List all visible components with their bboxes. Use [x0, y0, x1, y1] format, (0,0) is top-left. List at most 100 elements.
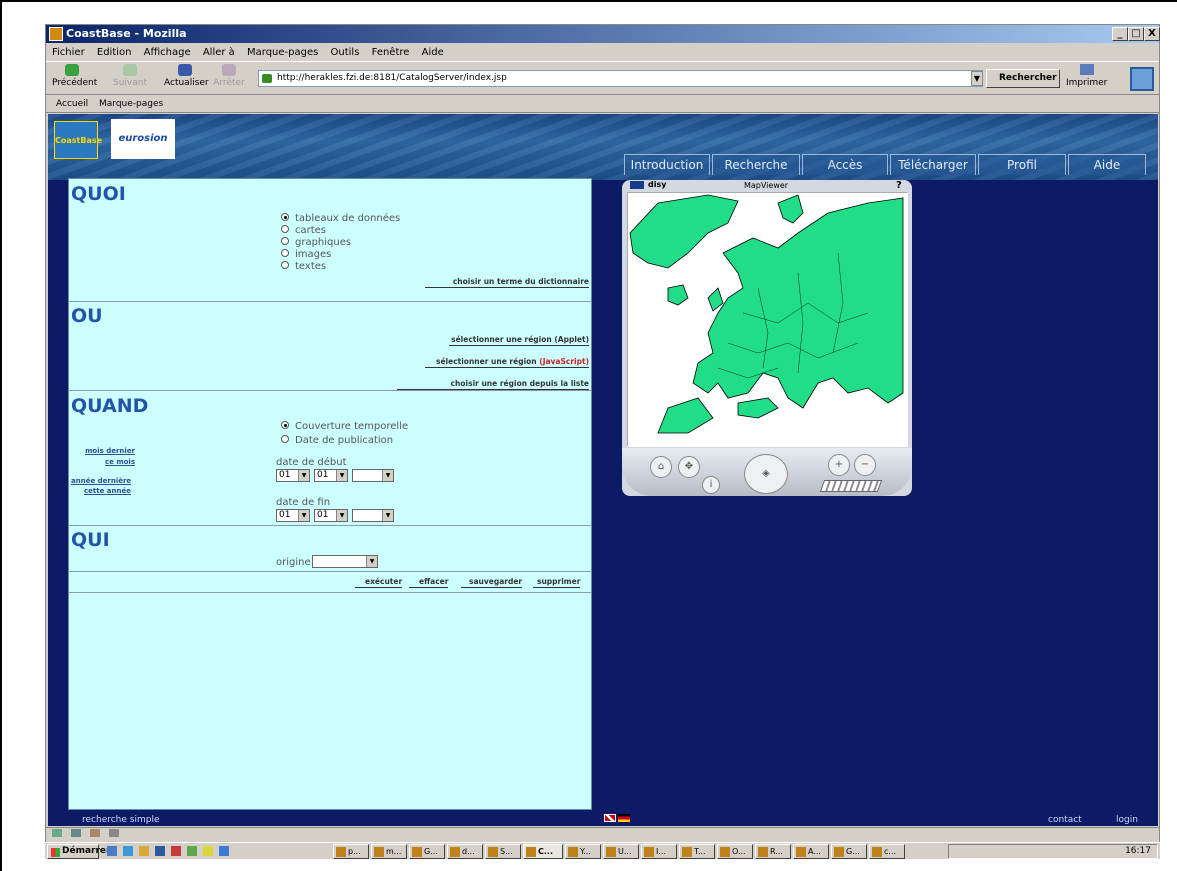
pan-tool-icon[interactable]: ✥ [678, 456, 700, 478]
taskbar-item-active[interactable]: C... [523, 844, 563, 859]
bookmark-home[interactable]: Accueil [56, 99, 88, 109]
end-month-select[interactable]: 01 ▼ [314, 509, 348, 522]
radio-cartes[interactable]: cartes [281, 225, 326, 237]
europe-map[interactable] [627, 192, 908, 447]
region-list-link[interactable]: choisir une région depuis la liste [397, 379, 589, 390]
start-day-select[interactable]: 01 ▼ [276, 469, 310, 482]
print-button[interactable]: Imprimer [1066, 64, 1107, 88]
coastbase-logo[interactable]: CoastBase [54, 121, 102, 159]
forward-arrow-icon [123, 64, 137, 76]
origin-select[interactable]: ▼ [312, 555, 378, 568]
contact-link[interactable]: contact [1048, 815, 1082, 825]
radio-publication[interactable]: Date de publication [281, 435, 393, 447]
tab-acces[interactable]: Accès [802, 154, 888, 175]
start-button[interactable]: Démarrer [47, 844, 110, 859]
save-button[interactable]: sauvegarder [461, 577, 523, 588]
menu-fenetre[interactable]: Fenêtre [372, 47, 410, 58]
quick-launch-icon[interactable] [171, 846, 181, 856]
taskbar-item[interactable]: R... [755, 844, 791, 859]
taskbar-item[interactable]: T... [679, 844, 715, 859]
tab-profil[interactable]: Profil [978, 154, 1066, 175]
clock[interactable]: 16:17 [1125, 846, 1151, 856]
close-button[interactable]: X [1144, 27, 1160, 41]
taskbar-item[interactable]: p... [333, 844, 369, 859]
taskbar-item[interactable]: U... [603, 844, 639, 859]
eurosion-logo[interactable]: eurosion [111, 119, 175, 159]
info-icon[interactable]: i [702, 476, 720, 494]
menu-edition[interactable]: Edition [97, 47, 132, 58]
start-month-select[interactable]: 01 ▼ [314, 469, 348, 482]
german-flag-icon[interactable] [618, 814, 630, 822]
login-link[interactable]: login [1116, 815, 1138, 825]
zoom-in-icon[interactable]: + [828, 454, 850, 476]
menu-outils[interactable]: Outils [331, 47, 360, 58]
quick-launch-icon[interactable] [219, 846, 229, 856]
taskbar-item[interactable]: O... [717, 844, 753, 859]
menu-marque-pages[interactable]: Marque-pages [247, 47, 318, 58]
taskbar-item[interactable]: G... [409, 844, 445, 859]
taskbar-item[interactable]: m... [371, 844, 407, 859]
radio-images[interactable]: images [281, 249, 331, 261]
quick-launch-icon[interactable] [187, 846, 197, 856]
radio-tableaux[interactable]: tableaux de données [281, 213, 400, 225]
navigation-toolbar: Précédent Suivant Actualiser Arrêter htt… [46, 61, 1159, 95]
back-button[interactable]: Précédent [52, 64, 97, 88]
region-javascript-link[interactable]: sélectionner une région (JavaScript) [425, 357, 589, 368]
url-dropdown-icon[interactable]: ▼ [971, 71, 983, 86]
help-icon[interactable]: ? [896, 180, 902, 191]
zoom-slider[interactable] [819, 480, 883, 492]
quick-launch-icon[interactable] [123, 846, 133, 856]
dropdown-arrow-icon: ▼ [336, 470, 347, 481]
reload-button[interactable]: Actualiser [164, 64, 209, 88]
execute-button[interactable]: exécuter [355, 577, 403, 588]
taskbar-item[interactable]: G... [831, 844, 867, 859]
taskbar-item[interactable]: S... [485, 844, 521, 859]
quick-launch-icon[interactable] [139, 846, 149, 856]
map-viewer-applet[interactable]: disy MapViewer ? ⌂ ✥ i ◈ + − [622, 180, 912, 496]
last-year-link[interactable]: année dernière [71, 477, 131, 485]
tab-introduction[interactable]: Introduction [624, 154, 710, 175]
dictionary-link[interactable]: choisir un terme du dictionnaire [425, 277, 589, 288]
taskbar-item[interactable]: I... [641, 844, 677, 859]
taskbar-item[interactable]: d... [447, 844, 483, 859]
minimize-button[interactable]: _ [1112, 27, 1128, 41]
end-year-select[interactable]: ▼ [352, 509, 394, 522]
simple-search-link[interactable]: recherche simple [82, 815, 160, 825]
quick-launch-icon[interactable] [203, 846, 213, 856]
taskbar-item[interactable]: Y... [565, 844, 601, 859]
radio-graphiques[interactable]: graphiques [281, 237, 351, 249]
tab-telecharger[interactable]: Télécharger [890, 154, 976, 175]
taskbar-item[interactable]: A... [793, 844, 829, 859]
taskbar-item[interactable]: c... [869, 844, 905, 859]
search-button[interactable]: Rechercher [986, 69, 1060, 88]
home-icon[interactable]: ⌂ [650, 456, 672, 478]
menu-fichier[interactable]: Fichier [52, 47, 85, 58]
delete-button[interactable]: supprimer [533, 577, 581, 588]
direction-pad-icon[interactable]: ◈ [744, 454, 788, 494]
bookmark-marque-pages[interactable]: Marque-pages [99, 99, 163, 109]
maximize-button[interactable]: □ [1128, 27, 1144, 41]
radio-couverture[interactable]: Couverture temporelle [281, 421, 408, 433]
menu-aide[interactable]: Aide [422, 47, 444, 58]
end-day-select[interactable]: 01 ▼ [276, 509, 310, 522]
section-qui-title: QUI [71, 529, 110, 551]
last-month-link[interactable]: mois dernier [75, 447, 135, 455]
quick-launch-icon[interactable] [155, 846, 165, 856]
region-applet-link[interactable]: sélectionner une région (Applet) [449, 335, 589, 346]
this-year-link[interactable]: cette année [71, 487, 131, 495]
menu-aller[interactable]: Aller à [203, 47, 235, 58]
uk-flag-icon[interactable] [604, 814, 616, 822]
map-viewer-title: MapViewer [744, 181, 789, 190]
this-month-link[interactable]: ce mois [75, 458, 135, 466]
quick-launch-icon[interactable] [107, 846, 117, 856]
start-year-select[interactable]: ▼ [352, 469, 394, 482]
radio-textes[interactable]: textes [281, 261, 326, 273]
tab-aide[interactable]: Aide [1068, 154, 1146, 175]
forward-button[interactable]: Suivant [112, 64, 148, 88]
tab-recherche[interactable]: Recherche [712, 154, 800, 175]
zoom-out-icon[interactable]: − [854, 454, 876, 476]
clear-button[interactable]: effacer [409, 577, 449, 588]
menu-affichage[interactable]: Affichage [144, 47, 191, 58]
stop-button[interactable]: Arrêter [212, 64, 246, 88]
url-input[interactable]: http://herakles.fzi.de:8181/CatalogServe… [258, 70, 983, 87]
